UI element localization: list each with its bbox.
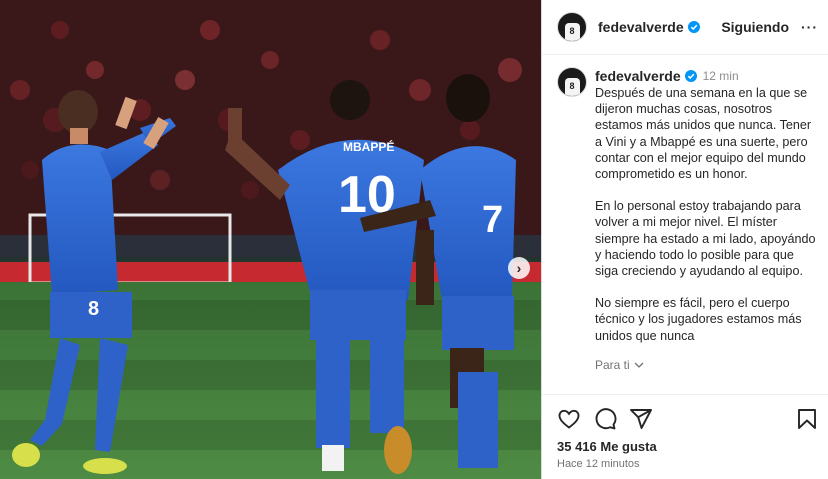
avatar[interactable]: 8 <box>557 12 587 42</box>
next-photo-button[interactable]: › <box>508 257 530 279</box>
post-side-panel: 8 fedevalverde Siguiendo ··· 8 fedevalve… <box>541 0 828 479</box>
caption-time[interactable]: 12 min <box>703 69 739 83</box>
caption-avatar[interactable]: 8 <box>557 67 587 97</box>
post-photo[interactable]: 8 MBAPPÉ 10 7 › <box>0 0 541 479</box>
caption-paragraph: Después de una semana en la que se dijer… <box>595 86 812 182</box>
caption-text: Después de una semana en la que se dijer… <box>595 85 818 344</box>
caption-username[interactable]: fedevalverde <box>595 68 681 84</box>
following-button[interactable]: Siguiendo <box>721 19 789 35</box>
avatar-number: 8 <box>569 26 575 36</box>
football-scene: 8 MBAPPÉ 10 7 <box>0 0 541 479</box>
caption-verified-icon <box>684 70 697 82</box>
chevron-down-icon <box>634 362 644 368</box>
heart-icon[interactable] <box>557 407 581 431</box>
center-jersey-name: MBAPPÉ <box>343 139 394 154</box>
post-actions: 35 416 Me gusta Hace 12 minutos <box>542 394 828 470</box>
post-timestamp[interactable]: Hace 12 minutos <box>557 458 819 470</box>
caption: 8 fedevalverde 12 min Después de una sem… <box>542 55 828 372</box>
left-jersey-number: 8 <box>88 298 99 320</box>
translation-toggle[interactable]: Para ti <box>595 358 818 372</box>
likes-count[interactable]: 35 416 Me gusta <box>557 439 819 454</box>
translation-label: Para ti <box>595 357 630 372</box>
caption-avatar-number: 8 <box>569 81 575 91</box>
caption-paragraph: En lo personal estoy trabajando para vol… <box>595 199 816 279</box>
share-icon[interactable] <box>629 407 653 431</box>
caption-paragraph: No siempre es fácil, pero el cuerpo técn… <box>595 296 802 343</box>
right-jersey-number: 7 <box>482 199 503 241</box>
caption-body: fedevalverde 12 min Después de una seman… <box>595 67 818 372</box>
verified-badge-icon <box>687 21 700 33</box>
post-header: 8 fedevalverde Siguiendo ··· <box>542 0 828 55</box>
caption-header: fedevalverde 12 min <box>595 67 818 85</box>
header-username[interactable]: fedevalverde <box>598 19 684 35</box>
save-bookmark-icon[interactable] <box>795 407 819 431</box>
comment-icon[interactable] <box>593 407 617 431</box>
more-options-icon[interactable]: ··· <box>801 19 818 35</box>
action-icons <box>557 407 819 431</box>
